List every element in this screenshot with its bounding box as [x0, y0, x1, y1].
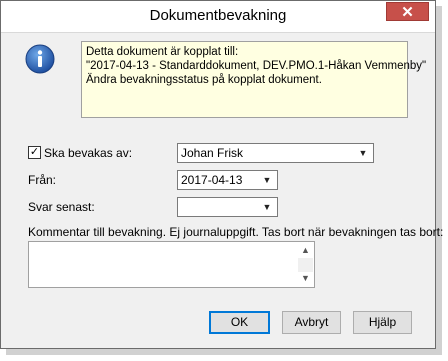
chevron-down-icon: ▼	[358, 148, 368, 158]
info-message-box: Detta dokument är kopplat till: "2017-04…	[81, 41, 427, 118]
scroll-down-icon[interactable]: ▼	[298, 271, 313, 286]
help-button[interactable]: Hjälp	[353, 311, 412, 334]
info-line-1: Detta dokument är kopplat till:	[86, 46, 239, 58]
cancel-button[interactable]: Avbryt	[282, 311, 341, 334]
dialog-title: Dokumentbevakning	[149, 7, 287, 24]
watcher-checkbox[interactable]: ✓	[28, 146, 41, 159]
watcher-label: Ska bevakas av:	[44, 146, 133, 160]
chevron-down-icon: ▼	[262, 175, 272, 185]
info-line-2: "2017-04-13 - Standarddokument, DEV.PMO.…	[86, 60, 427, 72]
title-bar: Dokumentbevakning ✕	[1, 1, 435, 33]
watcher-select[interactable]: Johan Frisk ▼	[177, 143, 374, 163]
reply-label: Svar senast:	[28, 200, 95, 214]
reply-date-picker[interactable]: ▼	[177, 197, 278, 217]
chevron-down-icon: ▼	[262, 202, 272, 212]
from-date-picker[interactable]: 2017-04-13 ▼	[177, 170, 278, 190]
ok-button[interactable]: OK	[209, 311, 270, 334]
comment-textarea[interactable]: ▲ ▼	[28, 241, 315, 288]
from-label: Från:	[28, 173, 57, 187]
scrollbar-track[interactable]	[298, 258, 313, 272]
close-button[interactable]: ✕	[386, 2, 429, 21]
watcher-value: Johan Frisk	[181, 146, 244, 160]
from-value: 2017-04-13	[181, 173, 243, 187]
comment-label: Kommentar till bevakning. Ej journaluppg…	[28, 225, 444, 239]
info-icon	[25, 44, 55, 74]
info-line-3: Ändra bevakningsstatus på kopplat dokume…	[86, 74, 322, 86]
dialog-window: Dokumentbevakning ✕ Detta dokument är ko…	[0, 0, 443, 349]
scroll-up-icon[interactable]: ▲	[298, 243, 313, 258]
